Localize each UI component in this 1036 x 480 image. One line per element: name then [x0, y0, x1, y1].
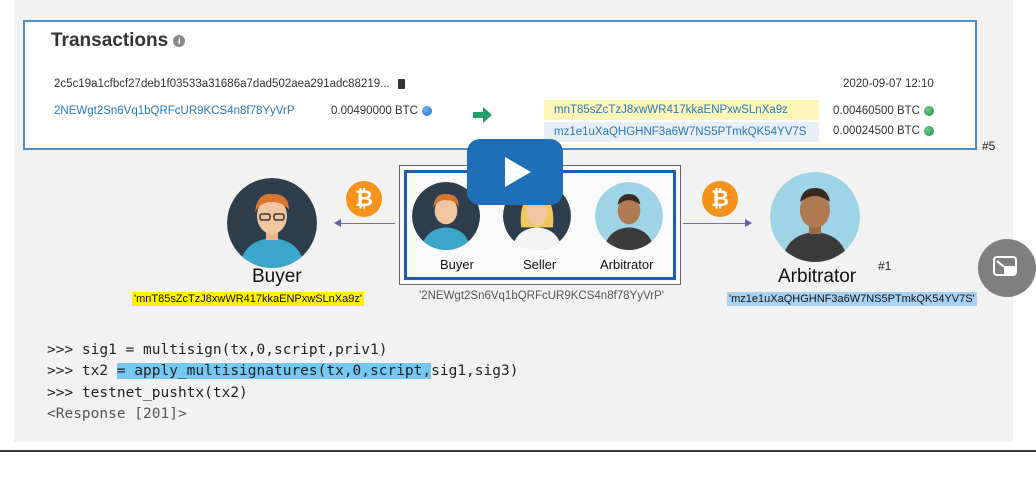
transaction-date: 2020-09-07 12:10 [843, 78, 934, 90]
output-amount-1: 0.00460500 BTC [833, 105, 934, 117]
picture-in-picture-icon [993, 256, 1017, 276]
multisig-arbitrator-label: Arbitrator [600, 257, 654, 272]
clipboard-icon [397, 78, 405, 89]
input-amount: 0.00490000 BTC [331, 105, 432, 117]
output-amount-1-text: 0.00460500 BTC [833, 105, 920, 117]
code-line-2: >>> tx2 = apply_multisignatures(tx,0,scr… [47, 363, 518, 379]
globe-icon [923, 105, 934, 116]
multisig-address: '2NEWgt2Sn6Vq1bQRFcUR9KCS4n8f78YyVrP' [419, 290, 664, 302]
play-button[interactable] [467, 139, 563, 205]
transaction-hash: 2c5c19a1cfbcf27deb1f03533a31686a7dad502a… [54, 78, 405, 90]
divider [0, 450, 1036, 452]
multisig-arbitrator-avatar [595, 182, 663, 250]
marker-5: #5 [982, 139, 996, 153]
info-icon: i [173, 34, 186, 47]
transactions-title-text: Transactions [51, 30, 169, 51]
bitcoin-icon: ₿ [702, 181, 738, 217]
buyer-avatar [227, 178, 317, 268]
arbitrator-avatar [770, 172, 860, 262]
code-response: <Response [201]> [47, 406, 187, 422]
buyer-address: 'mnT85sZcTzJ8xwWR417kkaENPxwSLnXa9z' [132, 292, 364, 306]
globe-icon [421, 105, 432, 116]
arbitrator-label: Arbitrator [778, 266, 857, 287]
multisig-buyer-label: Buyer [440, 257, 474, 272]
payout-arrow-left [334, 219, 395, 227]
code-line-2-highlight: = apply_multisignatures(tx,0,script, [116, 363, 432, 379]
output-amount-2: 0.00024500 BTC [833, 125, 934, 137]
code-line-1: >>> sig1 = multisign(tx,0,script,priv1) [47, 342, 388, 358]
transactions-title: Transactions i [51, 30, 186, 52]
transactions-panel: Transactions i 2c5c19a1cfbcf27deb1f03533a… [23, 20, 977, 150]
code-line-2-suffix: sig1,sig3) [431, 363, 519, 379]
marker-1: #1 [878, 259, 892, 273]
output-address-2: mz1e1uXaQHGHNF3a6W7NS5PTmkQK54YV7S [544, 122, 819, 142]
picture-in-picture-button[interactable] [978, 239, 1036, 297]
code-line-3: >>> testnet_pushtx(tx2) [47, 385, 248, 401]
globe-icon [923, 125, 934, 136]
input-amount-text: 0.00490000 BTC [331, 105, 418, 117]
input-address: 2NEWgt2Sn6Vq1bQRFcUR9KCS4n8f78YyVrP [54, 105, 295, 117]
arbitrator-address: 'mz1e1uXaQHGHNF3a6W7NS5PTmkQK54YV7S' [727, 292, 977, 306]
payout-arrow-right [683, 219, 752, 227]
transaction-hash-text: 2c5c19a1cfbcf27deb1f03533a31686a7dad502a… [54, 78, 390, 90]
code-line-2-prefix: >>> tx2 [47, 363, 117, 379]
buyer-label: Buyer [252, 266, 302, 287]
bitcoin-icon: ₿ [346, 181, 382, 217]
output-amount-2-text: 0.00024500 BTC [833, 125, 920, 137]
multisig-seller-label: Seller [523, 257, 557, 272]
output-address-1: mnT85sZcTzJ8xwWR417kkaENPxwSLnXa9z [544, 100, 819, 120]
